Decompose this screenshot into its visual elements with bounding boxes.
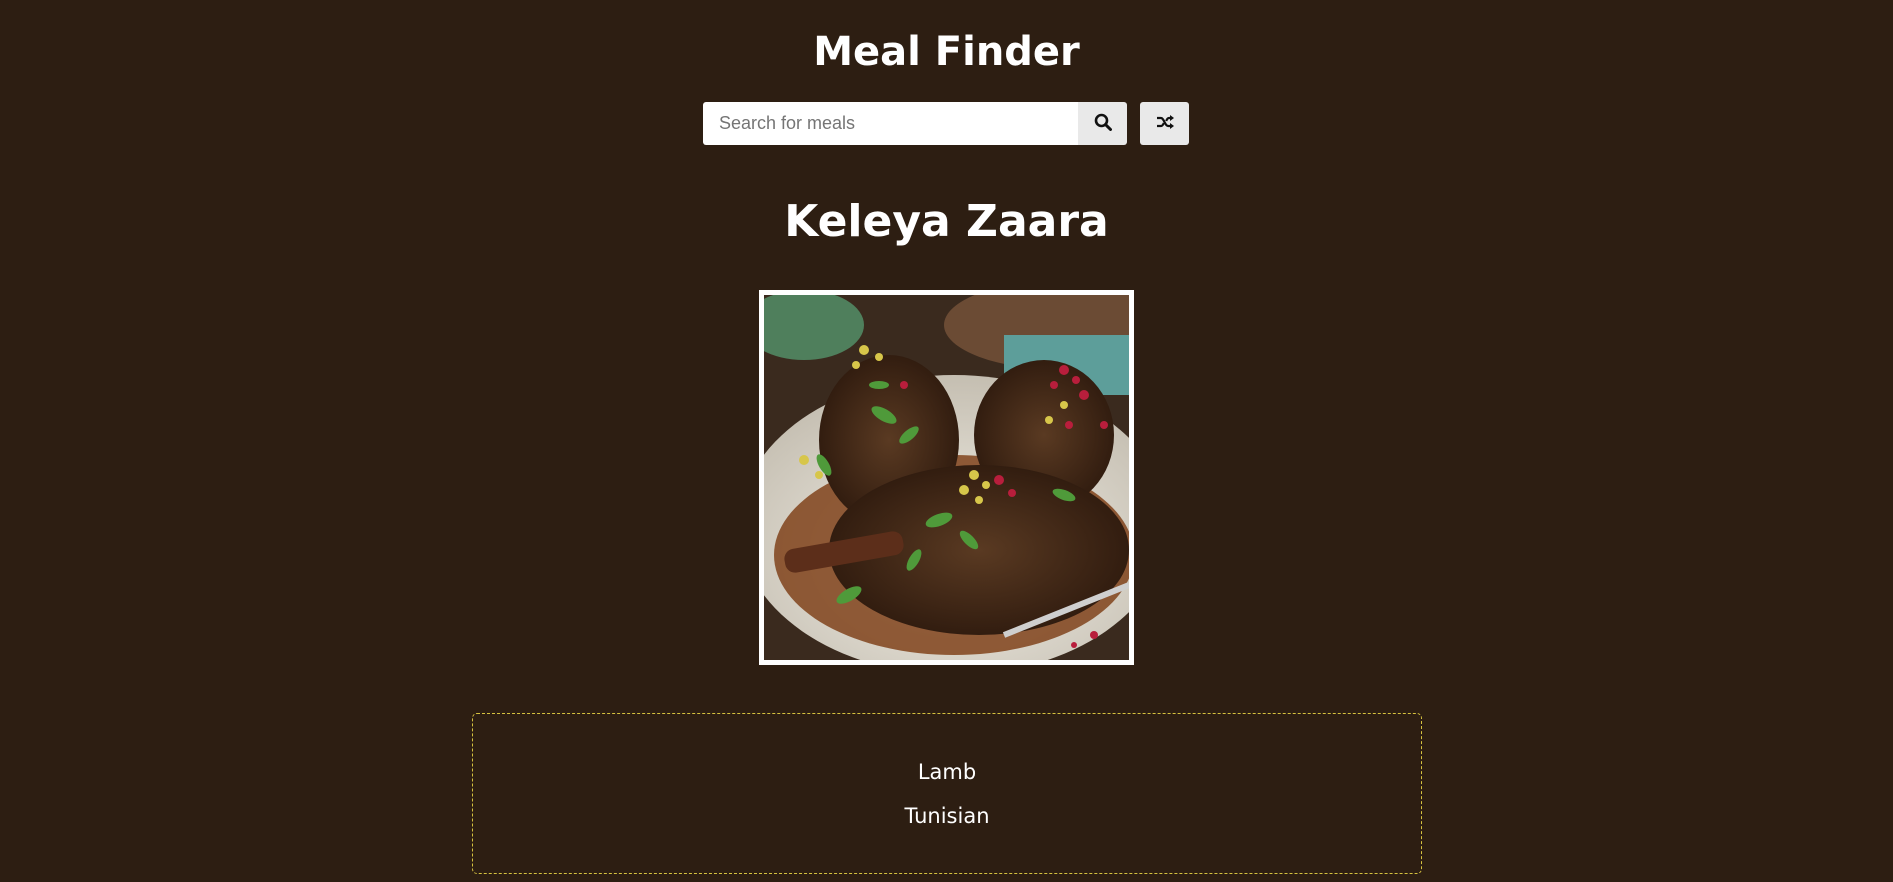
meal-area: Tunisian: [904, 803, 990, 828]
meal-title: Keleya Zaara: [784, 196, 1109, 247]
meal-image: [759, 290, 1134, 665]
search-input[interactable]: [703, 102, 1078, 145]
app-container: Meal Finder Keleya Zaara: [0, 0, 1893, 882]
meal-category: Lamb: [917, 759, 977, 784]
meal-info-box: Lamb Tunisian: [472, 713, 1422, 874]
search-icon: [1094, 113, 1112, 134]
search-form: [703, 102, 1189, 145]
random-meal-button[interactable]: [1140, 102, 1189, 145]
search-button[interactable]: [1078, 102, 1127, 145]
app-title: Meal Finder: [813, 29, 1080, 75]
shuffle-icon: [1156, 114, 1174, 133]
